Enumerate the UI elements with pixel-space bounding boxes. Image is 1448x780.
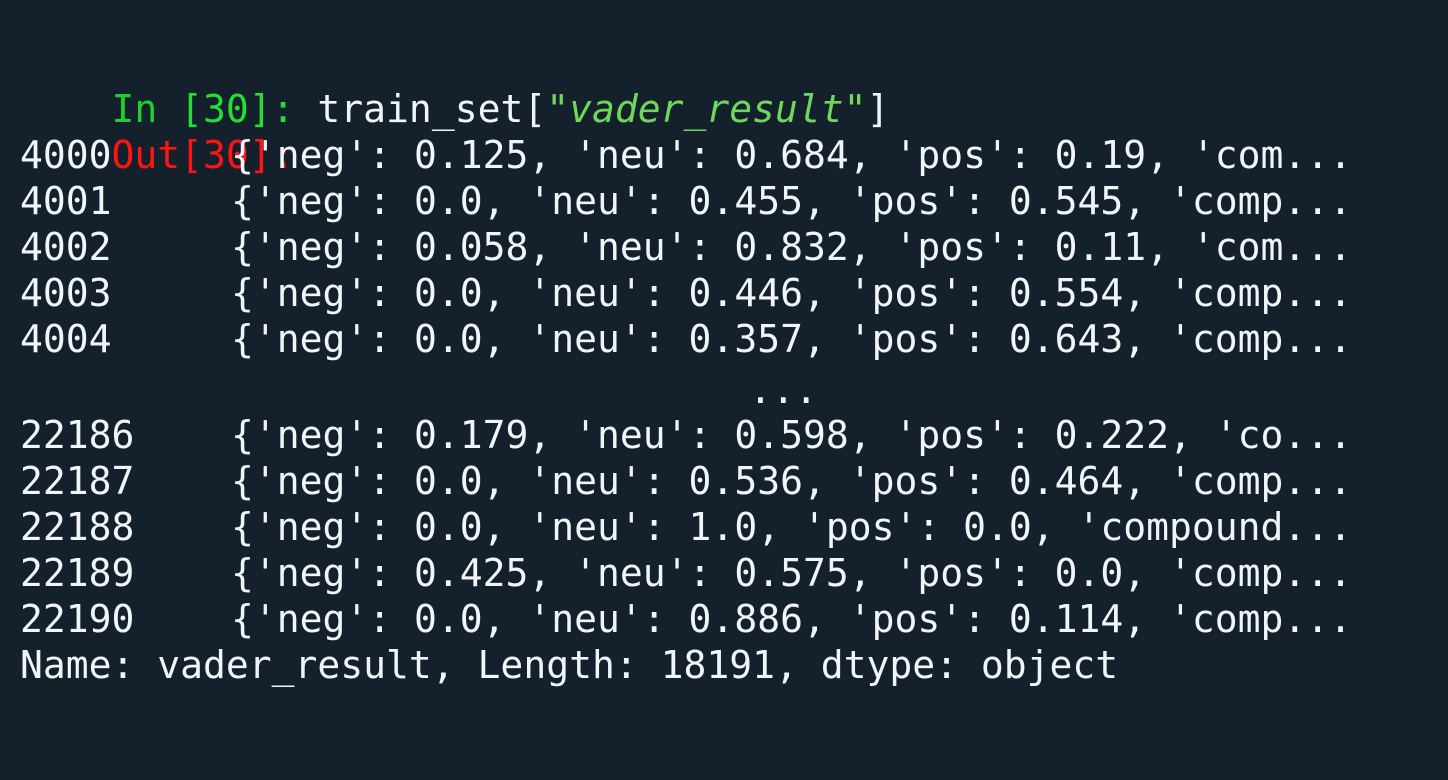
- row-value: {'neg': 0.125, 'neu': 0.684, 'pos': 0.19…: [231, 133, 1353, 177]
- code-string: "vader_result": [546, 87, 867, 131]
- row-index: 4003: [20, 271, 112, 315]
- series-row: 22186 {'neg': 0.179, 'neu': 0.598, 'pos'…: [20, 412, 1352, 458]
- output-prompt: Out[30]:: [20, 86, 295, 177]
- input-line: In [30]: train_set["vader_result"]: [20, 40, 890, 131]
- series-row: 4001 {'neg': 0.0, 'neu': 0.455, 'pos': 0…: [20, 178, 1352, 224]
- series-row: 22190 {'neg': 0.0, 'neu': 0.886, 'pos': …: [20, 596, 1352, 642]
- row-index: 4004: [20, 317, 112, 361]
- series-row: 4004 {'neg': 0.0, 'neu': 0.357, 'pos': 0…: [20, 316, 1352, 362]
- row-value: {'neg': 0.0, 'neu': 0.536, 'pos': 0.464,…: [231, 459, 1353, 503]
- series-row: 22187 {'neg': 0.0, 'neu': 0.536, 'pos': …: [20, 458, 1352, 504]
- row-index: 4001: [20, 179, 112, 223]
- row-index: 22187: [20, 459, 135, 503]
- row-value: {'neg': 0.0, 'neu': 0.357, 'pos': 0.643,…: [231, 317, 1353, 361]
- row-value: {'neg': 0.179, 'neu': 0.598, 'pos': 0.22…: [231, 413, 1353, 457]
- row-value: {'neg': 0.0, 'neu': 0.886, 'pos': 0.114,…: [231, 597, 1353, 641]
- row-index: 4000: [20, 133, 112, 177]
- series-row: 22188 {'neg': 0.0, 'neu': 1.0, 'pos': 0.…: [20, 504, 1352, 550]
- row-index: 22188: [20, 505, 135, 549]
- row-index: 22190: [20, 597, 135, 641]
- truncation-ellipsis: ...: [749, 368, 818, 412]
- series-summary: Name: vader_result, Length: 18191, dtype…: [20, 643, 1119, 687]
- row-index: 4002: [20, 225, 112, 269]
- series-row: 4000 {'neg': 0.125, 'neu': 0.684, 'pos':…: [20, 132, 1352, 178]
- row-index: 22189: [20, 551, 135, 595]
- row-value: {'neg': 0.058, 'neu': 0.832, 'pos': 0.11…: [231, 225, 1353, 269]
- series-row: 4003 {'neg': 0.0, 'neu': 0.446, 'pos': 0…: [20, 270, 1352, 316]
- row-value: {'neg': 0.0, 'neu': 1.0, 'pos': 0.0, 'co…: [231, 505, 1353, 549]
- series-row: 4002 {'neg': 0.058, 'neu': 0.832, 'pos':…: [20, 224, 1352, 270]
- series-row: 22189 {'neg': 0.425, 'neu': 0.575, 'pos'…: [20, 550, 1352, 596]
- code-suffix: ]: [866, 87, 890, 131]
- row-value: {'neg': 0.0, 'neu': 0.446, 'pos': 0.554,…: [231, 271, 1353, 315]
- row-index: 22186: [20, 413, 135, 457]
- ipython-terminal: In [30]: train_set["vader_result"] Out[3…: [0, 0, 1448, 722]
- code-prefix: train_set[: [294, 87, 547, 131]
- row-value: {'neg': 0.0, 'neu': 0.455, 'pos': 0.545,…: [231, 179, 1353, 223]
- row-value: {'neg': 0.425, 'neu': 0.575, 'pos': 0.0,…: [231, 551, 1353, 595]
